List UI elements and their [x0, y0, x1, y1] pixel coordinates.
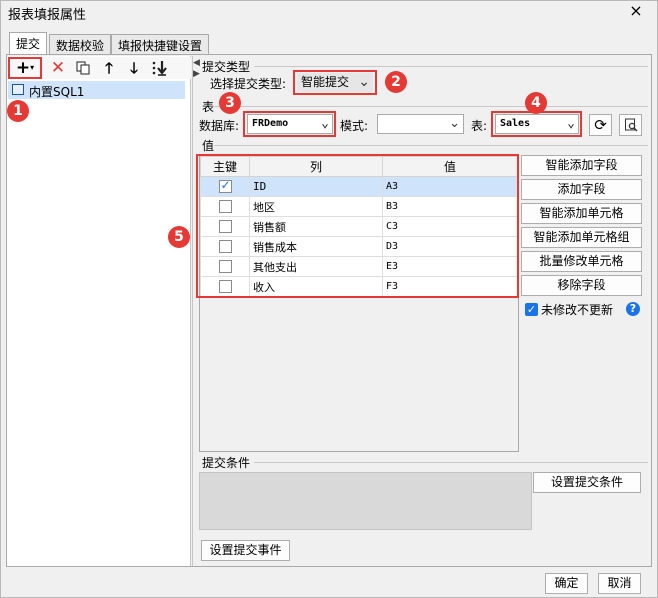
callout-badge-1: 1: [7, 100, 29, 122]
remove-field-button[interactable]: 移除字段: [521, 275, 642, 296]
batch-modify-cells-button[interactable]: 批量修改单元格: [521, 251, 642, 272]
tab-submit[interactable]: 提交: [9, 32, 48, 55]
condition-display-area: [199, 472, 532, 530]
unmodified-no-update-label: 未修改不更新: [541, 303, 614, 317]
preview-table-icon[interactable]: [619, 114, 642, 136]
schema-select[interactable]: ⌄: [377, 114, 464, 134]
copy-icon[interactable]: [73, 58, 93, 78]
schema-label: 模式:: [340, 119, 369, 133]
database-label: 数据库:: [199, 119, 240, 133]
ok-button[interactable]: 确定: [545, 573, 588, 594]
section-divider: [254, 462, 648, 463]
section-divider: [214, 145, 648, 146]
refresh-icon[interactable]: ⟳: [589, 114, 612, 136]
database-select[interactable]: FRDemo ⌄: [247, 114, 333, 134]
set-condition-button[interactable]: 设置提交条件: [533, 472, 641, 493]
submit-type-section-label: 提交类型: [202, 60, 251, 74]
callout-badge-5: 5: [168, 226, 190, 248]
unmodified-no-update-checkbox[interactable]: ✓: [525, 303, 538, 316]
smart-add-cells-button[interactable]: 智能添加单元格: [521, 203, 642, 224]
submit-type-label: 选择提交类型:: [210, 77, 287, 91]
move-up-icon[interactable]: 🡑: [99, 58, 119, 78]
smart-add-fields-button[interactable]: 智能添加字段: [521, 155, 642, 176]
values-section-label: 值: [202, 139, 215, 153]
sql-list-panel: [7, 56, 191, 566]
help-icon[interactable]: ?: [626, 302, 640, 316]
table-select[interactable]: Sales ⌄: [495, 114, 579, 134]
cancel-button[interactable]: 取消: [598, 573, 641, 594]
move-down-icon[interactable]: 🡓: [124, 58, 144, 78]
smart-add-cell-group-button[interactable]: 智能添加单元格组: [521, 227, 642, 248]
add-field-button[interactable]: 添加字段: [521, 179, 642, 200]
callout-badge-2: 2: [385, 71, 407, 93]
collapse-left-icon[interactable]: ◀: [193, 58, 200, 68]
set-submit-event-button[interactable]: 设置提交事件: [201, 540, 290, 561]
condition-section-label: 提交条件: [202, 456, 251, 470]
expand-right-icon[interactable]: ▶: [193, 69, 200, 79]
tab-data-validation[interactable]: 数据校验: [49, 34, 112, 54]
move-bottom-icon[interactable]: [150, 58, 170, 78]
submit-type-select[interactable]: 智能提交 ⌄: [297, 73, 373, 92]
tree-item-label: 内置SQL1: [29, 85, 85, 99]
table-section-label: 表: [202, 100, 215, 114]
callout-badge-3: 3: [219, 92, 241, 114]
field-table-highlight: [196, 154, 519, 298]
table-icon: [12, 84, 24, 95]
section-divider: [254, 66, 648, 67]
section-divider: [214, 106, 648, 107]
panel-splitter[interactable]: [192, 56, 193, 566]
window-title: 报表填报属性: [8, 8, 87, 23]
add-dropdown-icon[interactable]: +▾: [10, 58, 40, 78]
close-icon[interactable]: ×: [626, 1, 646, 20]
table-label: 表:: [471, 119, 488, 133]
tab-shortcut-settings[interactable]: 填报快捷键设置: [111, 34, 210, 54]
delete-icon[interactable]: ✕: [48, 58, 68, 78]
